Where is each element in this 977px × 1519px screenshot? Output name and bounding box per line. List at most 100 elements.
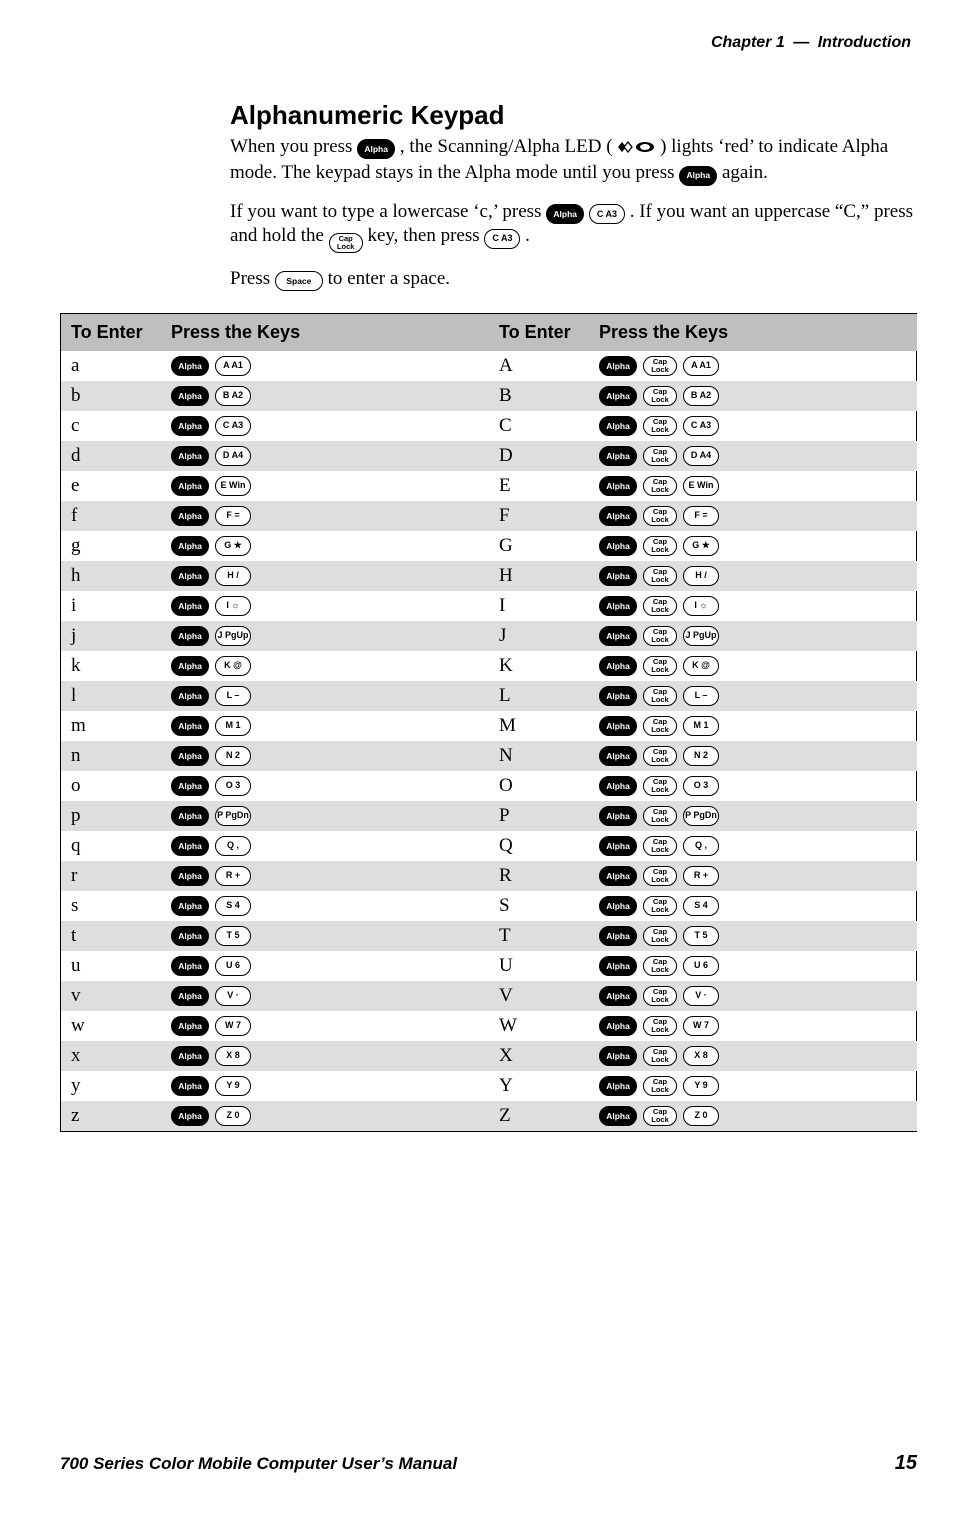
alpha-key-icon: Alpha: [171, 506, 209, 526]
lowercase-char: q: [61, 831, 161, 861]
letter-key-icon: E Win: [683, 476, 719, 496]
table-row: aAlphaA A1AAlphaCap LockA A1: [61, 351, 917, 381]
letter-key-icon: X 8: [683, 1046, 719, 1066]
letter-key-icon: C A3: [215, 416, 251, 436]
letter-key-icon: P PgDn: [683, 806, 719, 826]
table-row: cAlphaC A3CAlphaCap LockC A3: [61, 411, 917, 441]
uppercase-keys-cell: AlphaCap LockD A4: [589, 441, 917, 471]
cap-lock-key-icon: Cap Lock: [643, 806, 677, 826]
letter-key-icon: H /: [215, 566, 251, 586]
lowercase-char: s: [61, 891, 161, 921]
cap-lock-key-icon: Cap Lock: [643, 566, 677, 586]
letter-key-icon: I ☼: [683, 596, 719, 616]
lowercase-char: p: [61, 801, 161, 831]
uppercase-char: F: [489, 501, 589, 531]
alpha-key-icon: Alpha: [599, 1076, 637, 1096]
alpha-key-icon: Alpha: [599, 776, 637, 796]
alpha-key-icon: Alpha: [171, 956, 209, 976]
table-row: uAlphaU 6UAlphaCap LockU 6: [61, 951, 917, 981]
table-row: iAlphaI ☼IAlphaCap LockI ☼: [61, 591, 917, 621]
table-row: qAlphaQ ,QAlphaCap LockQ ,: [61, 831, 917, 861]
alpha-key-icon: Alpha: [171, 836, 209, 856]
letter-key-icon: B A2: [683, 386, 719, 406]
running-header: Chapter 1 — Introduction: [711, 34, 911, 52]
letter-key-icon: L –: [683, 686, 719, 706]
uppercase-keys-cell: AlphaCap LockX 8: [589, 1041, 917, 1071]
lowercase-keys-cell: AlphaB A2: [161, 381, 489, 411]
table-row: rAlphaR +RAlphaCap LockR +: [61, 861, 917, 891]
uppercase-keys-cell: Alpha Cap Lock P PgDn: [589, 801, 917, 831]
paragraph-1: When you press Alpha , the Scanning/Alph…: [230, 135, 917, 186]
chapter-label: Chapter: [711, 34, 771, 51]
lowercase-keys-cell: AlphaE Win: [161, 471, 489, 501]
alpha-key-icon: Alpha: [171, 1016, 209, 1036]
lowercase-keys-cell: AlphaQ ,: [161, 831, 489, 861]
cap-lock-key-icon: Cap Lock: [643, 1076, 677, 1096]
uppercase-keys-cell: AlphaCap LockB A2: [589, 381, 917, 411]
lowercase-char: y: [61, 1071, 161, 1101]
lowercase-keys-cell: AlphaN 2: [161, 741, 489, 771]
table-row: gAlphaG ★GAlphaCap LockG ★: [61, 531, 917, 561]
cap-lock-key-icon: Cap Lock: [643, 776, 677, 796]
table-row: sAlphaS 4SAlphaCap LockS 4: [61, 891, 917, 921]
lowercase-char: g: [61, 531, 161, 561]
letter-key-icon: N 2: [215, 746, 251, 766]
alpha-key-icon: Alpha: [599, 686, 637, 706]
alpha-key-icon: Alpha: [599, 596, 637, 616]
letter-key-icon: T 5: [215, 926, 251, 946]
letter-key-icon: F =: [683, 506, 719, 526]
lowercase-keys-cell: AlphaY 9: [161, 1071, 489, 1101]
letter-key-icon: R +: [215, 866, 251, 886]
lowercase-keys-cell: AlphaZ 0: [161, 1101, 489, 1131]
uppercase-keys-cell: AlphaCap LockS 4: [589, 891, 917, 921]
lowercase-char: b: [61, 381, 161, 411]
letter-key-icon: E Win: [215, 476, 251, 496]
uppercase-keys-cell: AlphaCap LockU 6: [589, 951, 917, 981]
alpha-key-icon: Alpha: [599, 386, 637, 406]
alpha-key-icon: Alpha: [599, 446, 637, 466]
lowercase-char: v: [61, 981, 161, 1011]
col-header-to-enter: To Enter: [61, 314, 161, 351]
letter-key-icon: K @: [215, 656, 251, 676]
letter-key-icon: N 2: [683, 746, 719, 766]
alpha-key-icon: Alpha: [599, 1016, 637, 1036]
uppercase-char: J: [489, 621, 589, 651]
lowercase-char: u: [61, 951, 161, 981]
table-row: xAlphaX 8XAlphaCap LockX 8: [61, 1041, 917, 1071]
cap-lock-key-icon: Cap Lock: [643, 746, 677, 766]
col-header-press-keys: Press the Keys: [161, 314, 489, 351]
lowercase-keys-cell: AlphaS 4: [161, 891, 489, 921]
cap-lock-key-icon: Cap Lock: [643, 1046, 677, 1066]
cap-lock-key-icon: Cap Lock: [643, 356, 677, 376]
letter-key-icon: R +: [683, 866, 719, 886]
alpha-key-icon: Alpha: [599, 716, 637, 736]
cap-lock-key-icon: Cap Lock: [643, 536, 677, 556]
uppercase-keys-cell: Alpha Cap Lock L –: [589, 681, 917, 711]
table-row: fAlphaF =FAlphaCap LockF =: [61, 501, 917, 531]
cap-lock-key-icon: Cap Lock: [643, 1106, 677, 1126]
scanning-alpha-led-icon: [617, 137, 655, 161]
letter-key-icon: A A1: [215, 356, 251, 376]
cap-lock-key-icon: Cap Lock: [643, 686, 677, 706]
uppercase-char: E: [489, 471, 589, 501]
alpha-key-icon: Alpha: [599, 536, 637, 556]
letter-key-icon: U 6: [215, 956, 251, 976]
uppercase-keys-cell: AlphaCap LockK @: [589, 651, 917, 681]
lowercase-char: f: [61, 501, 161, 531]
lowercase-keys-cell: AlphaX 8: [161, 1041, 489, 1071]
letter-key-icon: Z 0: [215, 1106, 251, 1126]
uppercase-char: Y: [489, 1071, 589, 1101]
uppercase-char: O: [489, 771, 589, 801]
lowercase-keys-cell: AlphaM 1: [161, 711, 489, 741]
lowercase-char: a: [61, 351, 161, 381]
cap-lock-key-icon: Cap Lock: [643, 896, 677, 916]
alpha-key-icon: Alpha: [599, 806, 637, 826]
letter-key-icon: C A3: [683, 416, 719, 436]
uppercase-char: X: [489, 1041, 589, 1071]
uppercase-char: A: [489, 351, 589, 381]
uppercase-char: L: [489, 681, 589, 711]
cap-lock-key-icon: Cap Lock: [643, 866, 677, 886]
alpha-key-icon: Alpha: [599, 1106, 637, 1126]
alpha-key-icon: Alpha: [171, 446, 209, 466]
uppercase-char: S: [489, 891, 589, 921]
